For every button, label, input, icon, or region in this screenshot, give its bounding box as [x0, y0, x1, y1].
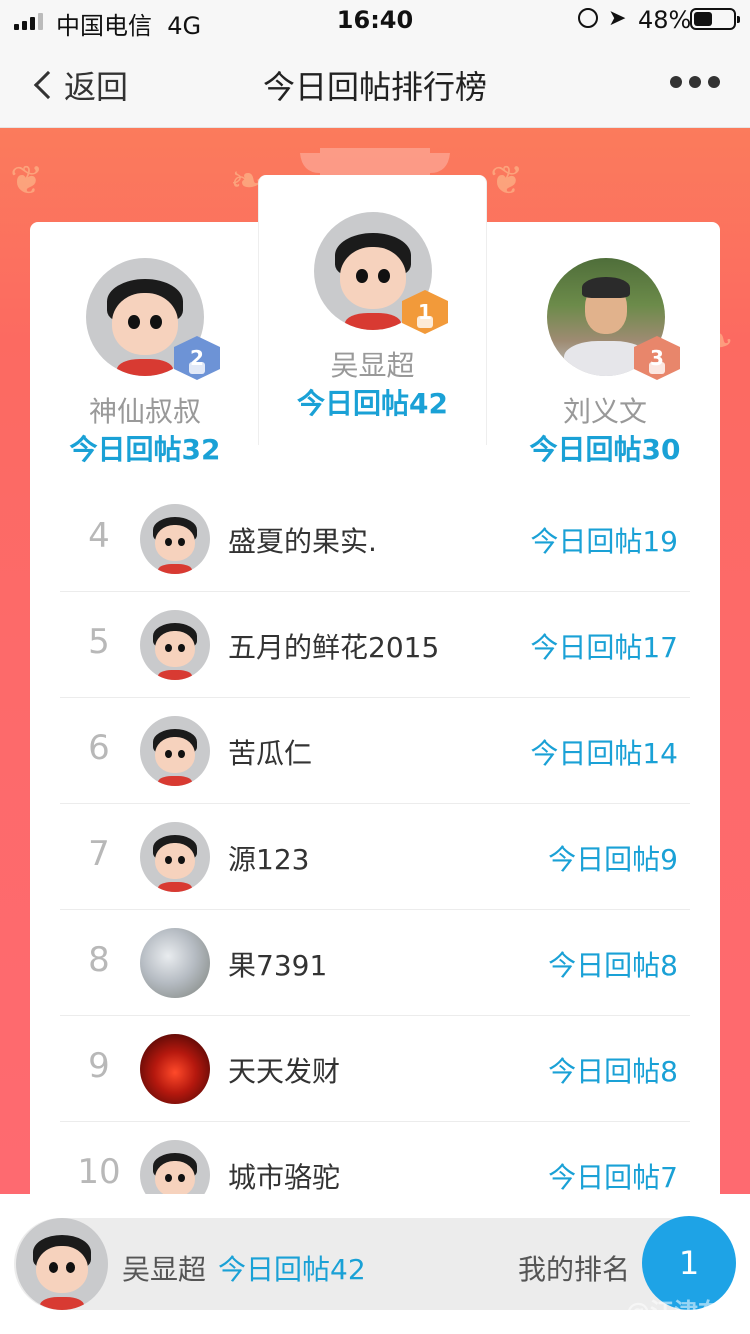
reply-count: 今日回帖8	[548, 949, 678, 982]
rank-number: 6	[88, 728, 110, 768]
bronze-medal-icon: 3	[634, 336, 680, 384]
my-rank-label: 我的排名	[518, 1253, 631, 1286]
avatar	[140, 504, 210, 574]
my-reply-count: 今日回帖42	[218, 1253, 366, 1286]
reply-count: 今日回帖19	[530, 525, 678, 558]
list-item[interactable]: 8 果7391 今日回帖8	[60, 910, 690, 1016]
leaf-decoration-icon: ❦	[490, 158, 524, 204]
rank-number: 5	[88, 622, 110, 662]
page-title: 今日回帖排行榜	[262, 68, 487, 106]
my-name: 吴显超	[122, 1253, 207, 1286]
user-name: 五月的鲜花2015	[228, 631, 440, 664]
rank-number: 8	[88, 940, 110, 980]
user-name: 城市骆驼	[228, 1161, 341, 1194]
avatar	[140, 716, 210, 786]
user-name: 苦瓜仁	[228, 737, 313, 770]
status-bar: 中国电信 4G 16:40 ➤ 48%	[0, 0, 750, 40]
navigation-bar: 返回 今日回帖排行榜	[0, 40, 750, 128]
leaf-decoration-icon: ❦	[10, 158, 44, 204]
avatar	[140, 610, 210, 680]
second-place-count: 今日回帖32	[69, 433, 221, 466]
location-arrow-icon: ➤	[608, 6, 627, 31]
rank-number: 4	[88, 516, 110, 556]
list-item[interactable]: 7 源123 今日回帖9	[60, 804, 690, 910]
avatar	[140, 928, 210, 998]
third-place-name[interactable]: 刘义文	[490, 390, 720, 430]
list-item[interactable]: 4 盛夏的果实. 今日回帖19	[60, 486, 690, 592]
reply-count: 今日回帖8	[548, 1055, 678, 1088]
avatar	[140, 822, 210, 892]
more-dots-icon	[670, 76, 682, 88]
reply-count: 今日回帖14	[530, 737, 678, 770]
rotation-lock-icon	[578, 8, 598, 28]
user-name: 果7391	[228, 949, 328, 982]
second-place-name[interactable]: 神仙叔叔	[30, 390, 260, 430]
user-name: 天天发财	[228, 1055, 341, 1088]
user-name: 源123	[228, 843, 310, 876]
gold-medal-icon: 1	[402, 290, 448, 338]
reply-count: 今日回帖9	[548, 843, 678, 876]
user-name: 盛夏的果实.	[228, 525, 377, 558]
reply-count: 今日回帖7	[548, 1161, 678, 1194]
silver-medal-icon: 2	[174, 336, 220, 384]
more-options-button[interactable]	[670, 76, 720, 88]
battery-percent: 48%	[638, 6, 692, 34]
rank-number: 9	[88, 1046, 110, 1086]
ranking-list: 4 盛夏的果实. 今日回帖19 5 五月的鲜花2015 今日回帖17 6 苦瓜仁…	[60, 486, 690, 1228]
reply-count: 今日回帖17	[530, 631, 678, 664]
my-rank-bar: 吴显超 今日回帖42 我的排名 1 @江津在线	[0, 1194, 750, 1334]
list-item[interactable]: 6 苦瓜仁 今日回帖14	[60, 698, 690, 804]
first-place-count: 今日回帖42	[297, 387, 448, 420]
third-place-count: 今日回帖30	[529, 433, 681, 466]
list-item[interactable]: 9 天天发财 今日回帖8	[60, 1016, 690, 1122]
battery-icon	[690, 8, 740, 30]
first-place-name[interactable]: 吴显超	[258, 344, 487, 384]
list-item[interactable]: 5 五月的鲜花2015 今日回帖17	[60, 592, 690, 698]
avatar	[140, 1034, 210, 1104]
rank-number: 7	[88, 834, 110, 874]
rank-number: 10	[77, 1152, 121, 1192]
my-avatar	[16, 1218, 108, 1310]
watermark: @江津在线	[626, 1298, 746, 1326]
